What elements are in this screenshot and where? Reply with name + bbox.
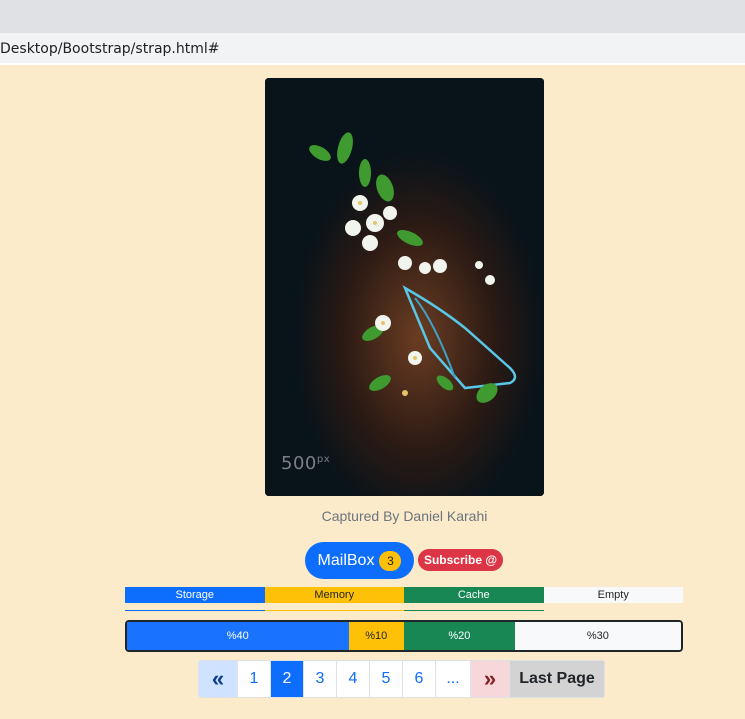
progress-legend-cache: Cache [404, 587, 544, 603]
mailbox-button[interactable]: MailBox 3 [305, 542, 414, 579]
photo-caption: Captured By Daniel Karahi [321, 508, 488, 524]
page-2[interactable]: 2 [270, 660, 304, 698]
progress-segment: %40 [127, 622, 349, 650]
flower-photo: 500px [265, 78, 544, 496]
progress-legend-line [125, 610, 265, 611]
progress-legend-line [404, 610, 544, 611]
mailbox-label: MailBox [317, 551, 375, 569]
progress-legend-empty: Empty [543, 587, 683, 603]
progress-segment: %10 [348, 622, 404, 650]
page-4[interactable]: 4 [336, 660, 370, 698]
progress-legend: Storage Memory Cache Empty [125, 587, 683, 603]
progress-legend-line [544, 610, 684, 611]
progress-legend-memory: Memory [264, 587, 404, 603]
progress-segment: %30 [514, 622, 681, 650]
progress-legend-storage: Storage [125, 587, 265, 603]
progress-legend-line [264, 610, 404, 611]
watermark-text: 500px [281, 453, 331, 474]
address-url[interactable]: Desktop/Bootstrap/strap.html# [0, 41, 219, 57]
page-6[interactable]: 6 [402, 660, 436, 698]
mailbox-count-badge: 3 [379, 550, 402, 571]
page-1[interactable]: 1 [237, 660, 271, 698]
browser-tab-strip [0, 0, 745, 33]
next-page-button[interactable]: » [470, 660, 510, 698]
last-page-button[interactable]: Last Page [509, 660, 605, 698]
page-ellipsis[interactable]: ... [435, 660, 471, 698]
subscribe-badge[interactable]: Subscribe @ [418, 549, 503, 571]
usage-progress-bar: %40 %10 %20 %30 [125, 620, 683, 652]
progress-legend-underline [125, 610, 683, 611]
pagination: «1 2 3 4 5 6...» Last Page [198, 660, 605, 698]
page-3[interactable]: 3 [303, 660, 337, 698]
page-5[interactable]: 5 [369, 660, 403, 698]
first-page-button[interactable]: « [198, 660, 238, 698]
address-bar[interactable]: Desktop/Bootstrap/strap.html# [0, 33, 745, 65]
progress-segment: %20 [404, 622, 515, 650]
